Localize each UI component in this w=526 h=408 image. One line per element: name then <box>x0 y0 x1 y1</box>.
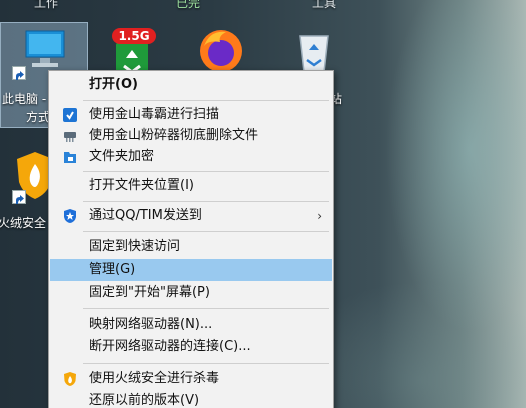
shortcut-arrow-icon <box>12 190 26 204</box>
menu-separator <box>83 171 329 172</box>
huorong-flame-icon <box>64 372 76 386</box>
computer-icon <box>25 30 65 67</box>
menu-item-pin-quick-access[interactable]: 固定到快速访问 <box>50 236 332 258</box>
shortcut-arrow-icon <box>12 66 26 80</box>
desktop-icon-label-top-3[interactable]: 工具 <box>312 0 336 11</box>
menu-item-folder-encrypt[interactable]: 文件夹加密 <box>50 146 332 168</box>
recycle-bin-icon <box>299 35 329 73</box>
menu-item-shredder[interactable]: 使用金山粉碎器彻底删除文件 <box>50 125 332 147</box>
menu-item-open[interactable]: 打开(O) <box>50 74 332 96</box>
menu-separator <box>83 201 329 202</box>
menu-item-huorong-scan[interactable]: 使用火绒安全进行杀毒 <box>50 368 332 390</box>
size-badge: 1.5G <box>112 28 156 44</box>
desktop: 工作 已完 工具 此电脑 - 方式 1.5G 站 火绒安全 打开(O) 使用金山… <box>0 0 526 408</box>
menu-item-map-network-drive[interactable]: 映射网络驱动器(N)... <box>50 314 332 336</box>
menu-item-restore-previous-versions[interactable]: 还原以前的版本(V) <box>50 390 332 408</box>
duba-shield-icon <box>63 108 77 122</box>
context-menu: 打开(O) 使用金山毒霸进行扫描 使用金山粉碎器彻底删除文件 文件夹加密 打开文… <box>48 70 334 408</box>
menu-separator <box>83 100 329 101</box>
desktop-icon-label-top-2[interactable]: 已完 <box>176 0 200 11</box>
menu-item-pin-start[interactable]: 固定到"开始"屏幕(P) <box>50 282 332 304</box>
menu-item-duba-scan[interactable]: 使用金山毒霸进行扫描 <box>50 104 332 126</box>
menu-item-send-via-qq[interactable]: 通过QQ/TIM发送到 › <box>50 205 332 227</box>
this-pc-label-line2: 方式 <box>26 110 51 124</box>
menu-item-open-folder-location[interactable]: 打开文件夹位置(I) <box>50 175 332 197</box>
chevron-right-icon: › <box>317 209 322 223</box>
folder-lock-icon <box>64 152 76 163</box>
huorong-security-label: 火绒安全 <box>0 216 47 230</box>
menu-separator <box>83 231 329 232</box>
menu-item-manage[interactable]: 管理(G) <box>50 259 332 281</box>
qq-tim-icon <box>64 209 76 223</box>
menu-item-disconnect-network-drive[interactable]: 断开网络驱动器的连接(C)... <box>50 336 332 358</box>
menu-separator <box>83 363 329 364</box>
firefox-icon <box>200 30 242 72</box>
shredder-icon <box>64 132 76 142</box>
menu-separator <box>83 308 329 309</box>
this-pc-label-line1: 此电脑 - <box>2 92 47 106</box>
